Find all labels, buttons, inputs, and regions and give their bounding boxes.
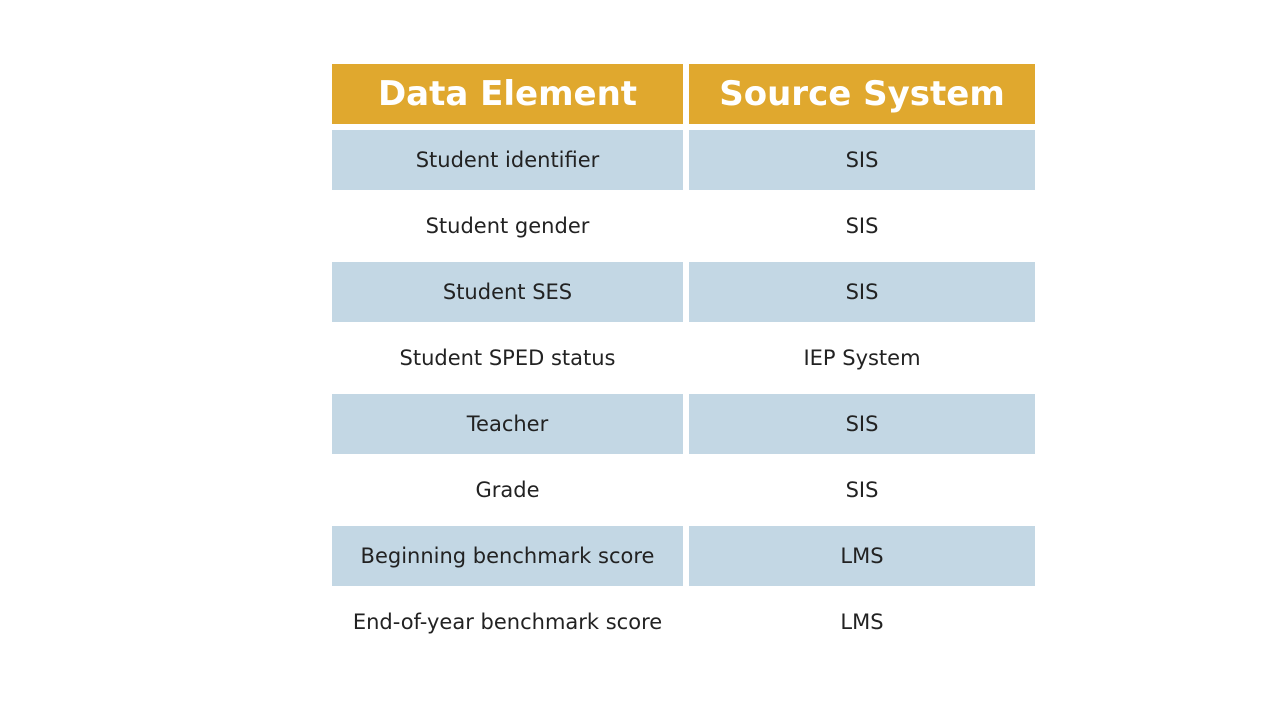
header-data-element: Data Element xyxy=(332,64,683,124)
data-element-cell: Beginning benchmark score xyxy=(332,526,683,586)
data-element-cell: End-of-year benchmark score xyxy=(352,610,663,634)
source-system-cell: SIS xyxy=(689,130,1035,190)
source-system-cell: SIS xyxy=(689,262,1035,322)
source-system-cell: LMS xyxy=(689,526,1035,586)
table-row: Student identifier SIS xyxy=(332,130,1035,190)
source-system-cell: SIS xyxy=(845,478,879,502)
table-row: Student SES SIS xyxy=(332,262,1035,322)
table-row: End-of-year benchmark score LMS xyxy=(332,592,1035,652)
table-row: Student SPED status IEP System xyxy=(332,328,1035,388)
source-system-cell: IEP System xyxy=(803,346,921,370)
data-element-cell: Student SES xyxy=(332,262,683,322)
source-system-cell: LMS xyxy=(840,610,884,634)
data-element-cell: Student gender xyxy=(425,214,590,238)
source-system-cell: SIS xyxy=(845,214,879,238)
data-element-cell: Student identifier xyxy=(332,130,683,190)
table-row: Grade SIS xyxy=(332,460,1035,520)
table-row: Student gender SIS xyxy=(332,196,1035,256)
header-source-system: Source System xyxy=(689,64,1035,124)
table-row: Teacher SIS xyxy=(332,394,1035,454)
data-element-cell: Student SPED status xyxy=(399,346,616,370)
source-system-cell: SIS xyxy=(689,394,1035,454)
table-row: Beginning benchmark score LMS xyxy=(332,526,1035,586)
data-element-cell: Teacher xyxy=(332,394,683,454)
data-element-cell: Grade xyxy=(475,478,540,502)
table-header-row: Data Element Source System xyxy=(332,64,1035,124)
data-source-table: Data Element Source System Student ident… xyxy=(332,64,1035,658)
